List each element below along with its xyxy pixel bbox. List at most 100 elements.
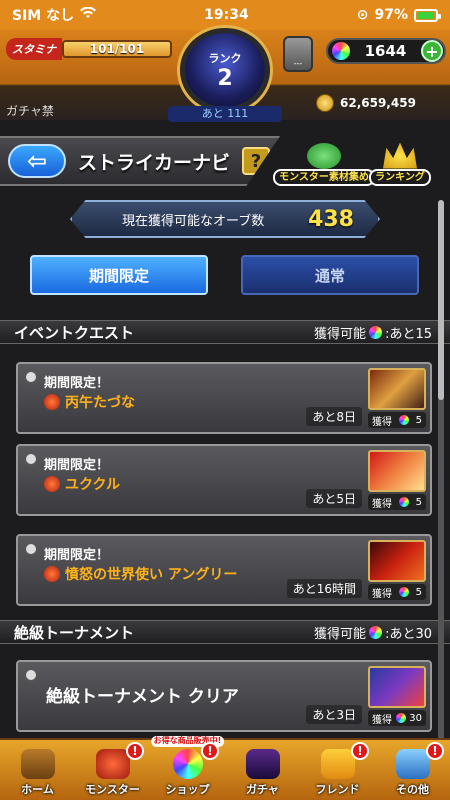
orb-icon <box>369 325 383 339</box>
scrollbar-thumb[interactable] <box>438 200 444 400</box>
page-title: ストライカーナビ <box>78 151 231 174</box>
orb-stock-button[interactable]: --- <box>283 36 313 72</box>
quest-time-left: あと5日 <box>306 489 362 508</box>
quest-card[interactable]: 期間限定！ 丙午たづな あと8日 獲得 5 <box>16 362 432 434</box>
section-header-event-quests: イベントクエスト 獲得可能 :あと15 <box>0 320 450 344</box>
quest-card[interactable]: 期間限定！ 憤怒の世界使い アングリー あと16時間 獲得 5 <box>16 534 432 644</box>
pin-icon <box>24 542 38 556</box>
monster-portrait <box>368 450 426 492</box>
quest-name: 丙午たづな <box>65 395 135 411</box>
scrollbar[interactable] <box>438 200 444 740</box>
orb-icon <box>398 587 409 597</box>
gold-counter: 62,659,459 <box>316 94 416 112</box>
remaining-count: :あと30 <box>385 626 432 642</box>
nav-other[interactable]: ! その他 <box>375 740 450 800</box>
fire-element-icon <box>44 476 60 492</box>
nav-gacha[interactable]: ガチャ <box>225 740 300 800</box>
alert-badge: ! <box>201 742 219 760</box>
orb-icon <box>398 497 409 507</box>
rotation-lock-icon: ⊙ <box>356 7 369 23</box>
clover-icon <box>307 142 341 169</box>
reward-value: 5 <box>415 496 422 508</box>
clock: 19:34 <box>204 7 249 23</box>
home-icon <box>20 749 55 779</box>
reward-value: 30 <box>409 712 422 724</box>
alert-badge: ! <box>126 742 144 760</box>
monster-portrait <box>368 666 426 708</box>
ranking-label: ランキング <box>369 168 431 186</box>
pin-icon <box>24 370 38 384</box>
quest-card[interactable]: 期間限定！ ユククル あと5日 獲得 5 <box>16 444 432 554</box>
section-header-tournament: 絶級トーナメント 獲得可能 :あと30 <box>0 620 450 644</box>
reward-value: 5 <box>415 586 422 598</box>
title-bar: ⇦ ストライカーナビ ? <box>0 136 280 186</box>
quest-reward: 獲得 5 <box>368 494 426 510</box>
stamina-label: スタミナ <box>6 38 62 60</box>
section-title: 絶級トーナメント <box>14 623 135 642</box>
reward-label: 獲得 <box>372 498 392 510</box>
gacha-character-icon <box>245 749 280 779</box>
status-bar: SIM なし 19:34 ⊙ 97% <box>0 0 450 30</box>
ranking-button[interactable]: ランキング <box>364 136 436 186</box>
nav-label: ショップ <box>165 783 210 796</box>
friend-icon <box>320 749 355 779</box>
quest-name: 憤怒の世界使い アングリー <box>65 567 238 583</box>
obtainable-label: 獲得可能 <box>314 626 367 642</box>
next-rank-exp: あと 111 <box>168 106 282 122</box>
available-orbs-value: 438 <box>308 206 354 232</box>
buy-orb-button[interactable]: + <box>421 40 443 62</box>
monster-portrait <box>368 540 426 582</box>
nav-label: ガチャ <box>246 783 279 796</box>
orb-counter: 1644 + <box>326 38 446 64</box>
stamina-value: 101/101 <box>62 40 172 58</box>
quest-reward: 獲得 5 <box>368 412 426 428</box>
quest-name-row: 憤怒の世界使い アングリー <box>44 564 376 644</box>
quest-name: ユククル <box>65 477 121 493</box>
available-orbs-label: 現在獲得可能なオーブ数 <box>122 213 265 229</box>
monster-portrait <box>368 368 426 410</box>
nav-monster[interactable]: ! モンスター <box>75 740 150 800</box>
nav-label: その他 <box>396 783 429 796</box>
quest-tag: 期間限定！ <box>44 376 110 391</box>
quest-name-row: ユククル <box>44 474 376 554</box>
orb-icon <box>369 625 383 639</box>
remaining-count: :あと15 <box>385 326 432 342</box>
orb-shop-icon <box>172 749 203 779</box>
nav-friend[interactable]: ! フレンド <box>300 740 375 800</box>
section-remaining: 獲得可能 :あと15 <box>314 323 432 342</box>
carrier-label: SIM なし <box>12 8 75 24</box>
nav-shop[interactable]: お得な商品販売中! ! ショップ <box>150 736 225 800</box>
bottom-nav: ホーム ! モンスター お得な商品販売中! ! ショップ ガチャ ! フレンド … <box>0 736 450 800</box>
tab-normal[interactable]: 通常 <box>241 255 419 295</box>
reward-label: 獲得 <box>372 416 392 428</box>
nav-label: モンスター <box>85 783 140 796</box>
alert-badge: ! <box>426 742 444 760</box>
gold-amount: 62,659,459 <box>340 96 416 110</box>
gacha-ban-label: ガチャ禁 <box>6 104 54 118</box>
section-title: イベントクエスト <box>14 323 135 342</box>
quest-reward: 獲得 5 <box>368 584 426 600</box>
nav-home[interactable]: ホーム <box>0 740 75 800</box>
reward-value: 5 <box>415 414 422 426</box>
quest-name-row: 丙午たづな <box>44 392 135 412</box>
reward-label: 獲得 <box>372 714 392 726</box>
pin-icon <box>24 452 38 466</box>
section-remaining: 獲得可能 :あと30 <box>314 623 432 642</box>
rank-badge[interactable]: ランク 2 <box>180 28 270 112</box>
game-header: スタミナ 101/101 ランク 2 --- 1644 + ガチャ禁 あと 11… <box>0 28 450 122</box>
tournament-reward: 獲得 30 <box>368 710 426 726</box>
tab-limited-time[interactable]: 期間限定 <box>30 255 208 295</box>
nav-label: ホーム <box>21 783 54 796</box>
pin-icon <box>24 668 38 682</box>
material-gathering-button[interactable]: モンスター素材集め <box>273 136 375 186</box>
quest-time-left: あと16時間 <box>286 579 362 598</box>
help-button[interactable]: ? <box>242 147 271 175</box>
monster-icon <box>95 749 130 779</box>
question-icon <box>395 749 430 779</box>
stamina-gauge: スタミナ 101/101 <box>6 38 172 60</box>
orb-icon <box>398 415 409 425</box>
nav-label: フレンド <box>315 783 360 796</box>
back-button[interactable]: ⇦ <box>8 144 66 178</box>
tournament-card[interactable]: 絶級トーナメント クリア あと3日 獲得 30 <box>16 660 432 732</box>
back-arrow-icon: ⇦ <box>26 147 48 175</box>
